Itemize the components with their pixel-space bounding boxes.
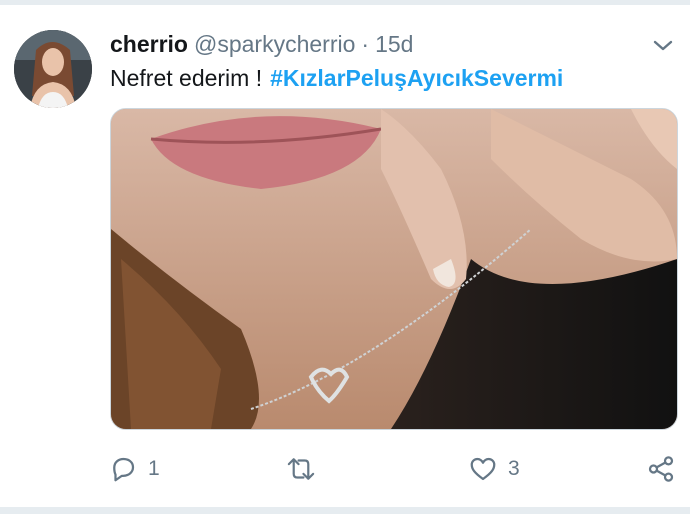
user-handle[interactable]: @sparkycherrio (194, 31, 355, 57)
share-icon (648, 456, 674, 482)
timestamp[interactable]: 15d (375, 31, 413, 57)
hashtag-link[interactable]: #KızlarPeluşAyıcıkSevermi (270, 65, 563, 91)
bottom-divider (0, 507, 690, 514)
like-count: 3 (508, 457, 520, 480)
tweet-menu-button[interactable] (650, 34, 676, 56)
reply-button[interactable]: 1 (108, 452, 160, 486)
avatar-image (14, 30, 92, 108)
tweet-text: Nefret ederim ! #KızlarPeluşAyıcıkSevermi (110, 64, 563, 92)
display-name[interactable]: cherrio (110, 31, 188, 57)
tweet-body: Nefret ederim ! (110, 65, 263, 91)
like-button[interactable]: 3 (468, 452, 520, 486)
chevron-down-icon (653, 40, 673, 51)
avatar[interactable] (14, 30, 92, 108)
reply-count: 1 (148, 457, 160, 480)
tweet-media-photo[interactable] (110, 108, 678, 430)
tweet-header: cherrio @sparkycherrio · 15d (110, 30, 640, 58)
retweet-button[interactable] (284, 452, 318, 486)
reply-icon (113, 457, 135, 482)
action-bar: 1 3 (108, 452, 688, 486)
heart-icon (470, 457, 496, 481)
photo-image (111, 109, 677, 429)
top-divider (0, 0, 690, 5)
share-button[interactable] (646, 452, 676, 486)
separator-dot: · (361, 31, 370, 57)
retweet-icon (287, 458, 315, 480)
